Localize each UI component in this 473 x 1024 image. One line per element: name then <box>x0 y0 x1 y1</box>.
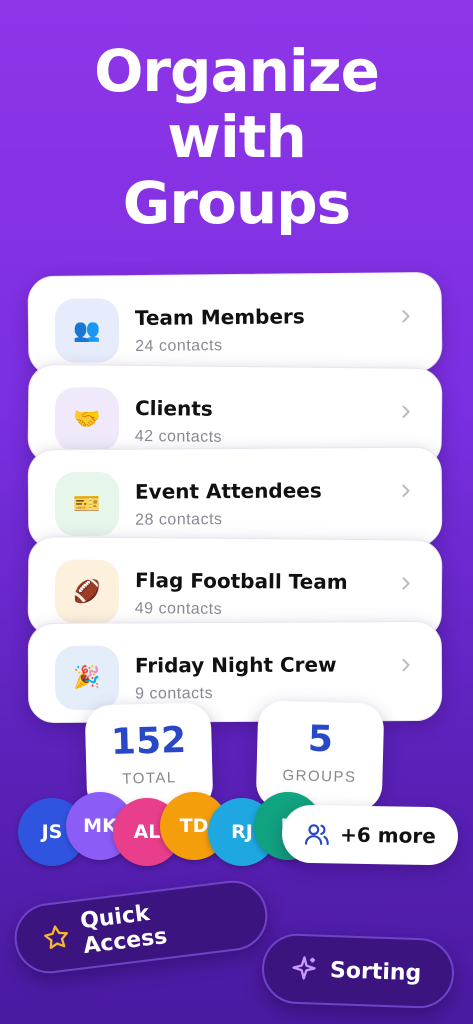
group-title: Team Members <box>134 304 305 331</box>
users-icon <box>305 824 329 846</box>
group-title: Flag Football Team <box>134 568 348 594</box>
group-title: Clients <box>134 395 213 421</box>
group-card-friday-night-crew[interactable]: 🎉 Friday Night Crew 9 contacts <box>27 620 443 724</box>
group-count: 9 contacts <box>135 685 214 703</box>
group-title: Friday Night Crew <box>134 652 337 678</box>
chevron-right-icon <box>402 577 410 590</box>
group-card-event-attendees[interactable]: 🎫 Event Attendees 28 contacts <box>27 446 443 550</box>
group-count: 28 contacts <box>135 511 223 529</box>
stat-groups-label: GROUPS <box>282 767 357 786</box>
ticket-icon: 🎫 <box>54 471 120 537</box>
chevron-right-icon <box>402 310 410 323</box>
headline-line-2: with <box>167 103 306 171</box>
group-card-team-members[interactable]: 👥 Team Members 24 contacts <box>27 271 443 377</box>
chevron-right-icon <box>402 658 410 672</box>
party-icon: 🎉 <box>54 645 120 710</box>
headline: Organize with Groups <box>0 38 473 236</box>
more-members-button[interactable]: +6 more <box>281 804 459 866</box>
stat-total-value: 152 <box>110 720 187 763</box>
headline-line-3: Groups <box>122 169 351 237</box>
people-icon: 👥 <box>54 298 120 363</box>
chevron-right-icon <box>402 484 410 498</box>
group-count: 24 contacts <box>135 337 223 356</box>
quick-access-label: Quick Access <box>78 900 169 960</box>
sorting-button[interactable]: Sorting <box>260 932 456 1010</box>
stat-groups-value: 5 <box>307 718 334 761</box>
star-icon <box>44 925 68 950</box>
group-count: 49 contacts <box>134 600 223 618</box>
sorting-label: Sorting <box>329 957 422 986</box>
quick-access-button[interactable]: Quick Access <box>10 876 272 978</box>
handshake-icon: 🤝 <box>54 387 120 452</box>
football-icon: 🏈 <box>54 559 120 624</box>
sparkle-icon <box>292 956 316 980</box>
chevron-right-icon <box>402 405 410 418</box>
stat-total-label: TOTAL <box>122 769 177 788</box>
group-title: Event Attendees <box>134 478 322 504</box>
more-members-label: +6 more <box>339 822 437 849</box>
group-count: 42 contacts <box>134 427 223 446</box>
headline-line-1: Organize <box>94 37 380 105</box>
